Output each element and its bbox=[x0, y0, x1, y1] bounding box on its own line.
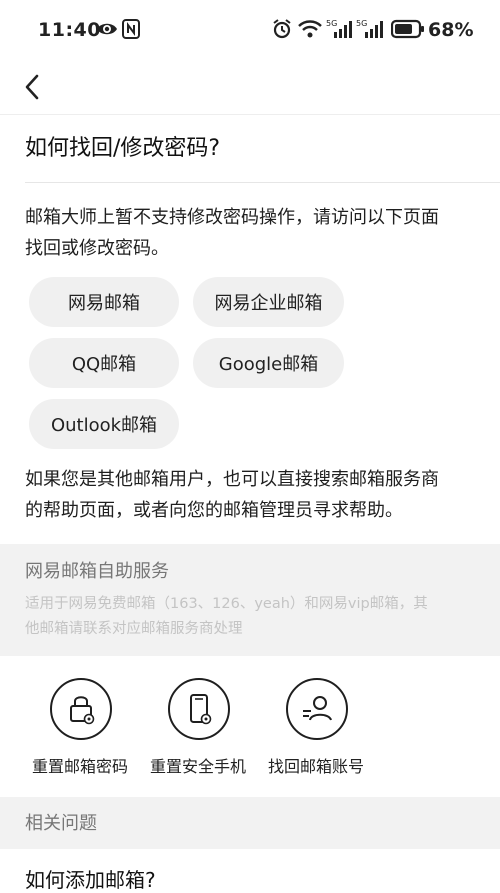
nfc-icon bbox=[122, 19, 140, 39]
intro-text: 邮箱大师上暂不支持修改密码操作，请访问以下页面 找回或修改密码。 bbox=[25, 202, 485, 264]
signal-icon-2: 5G bbox=[356, 19, 383, 38]
signal-icon-1: 5G bbox=[326, 19, 352, 38]
self-service-title: 网易邮箱自助服务 bbox=[25, 561, 169, 582]
help-line-1: 如果您是其他邮箱用户，也可以直接搜索邮箱服务商 bbox=[25, 469, 439, 490]
nav-bar bbox=[0, 62, 500, 115]
status-bar: 11:40 5G 5G 68% bbox=[0, 0, 500, 62]
user-icon bbox=[286, 678, 348, 740]
svg-text:5G: 5G bbox=[326, 19, 337, 28]
self-service-desc-line-2: 他邮箱请联系对应邮箱服务商处理 bbox=[25, 621, 243, 637]
reset-security-phone-label: 重置安全手机 bbox=[149, 757, 246, 776]
back-arrow-icon[interactable] bbox=[20, 70, 48, 104]
chip-google-mail[interactable]: Google邮箱 bbox=[193, 338, 344, 388]
chip-qq-mail[interactable]: QQ邮箱 bbox=[29, 338, 179, 388]
related-question-item[interactable]: 如何添加邮箱? bbox=[25, 864, 156, 893]
chip-netease-mail[interactable]: 网易邮箱 bbox=[29, 277, 179, 327]
chip-netease-enterprise-mail[interactable]: 网易企业邮箱 bbox=[193, 277, 344, 327]
svg-text:5G: 5G bbox=[356, 19, 367, 28]
battery-percentage: 68% bbox=[428, 19, 474, 41]
recover-account-label: 找回邮箱账号 bbox=[267, 757, 364, 776]
chip-outlook-mail[interactable]: Outlook邮箱 bbox=[29, 399, 179, 449]
help-line-2: 的帮助页面，或者向您的邮箱管理员寻求帮助。 bbox=[25, 500, 403, 521]
recover-account-button[interactable]: 找回邮箱账号 bbox=[252, 678, 380, 788]
phone-icon bbox=[168, 678, 230, 740]
eye-icon bbox=[97, 23, 117, 35]
title-divider bbox=[25, 182, 500, 183]
reset-password-button[interactable]: 重置邮箱密码 bbox=[16, 678, 144, 788]
battery-icon bbox=[391, 19, 424, 39]
self-service-desc-line-1: 适用于网易免费邮箱（163、126、yeah）和网易vip邮箱，其 bbox=[25, 596, 428, 612]
intro-line-1: 邮箱大师上暂不支持修改密码操作，请访问以下页面 bbox=[25, 207, 439, 228]
reset-password-label: 重置邮箱密码 bbox=[31, 757, 128, 776]
related-questions-title: 相关问题 bbox=[25, 813, 97, 834]
self-service-description: 适用于网易免费邮箱（163、126、yeah）和网易vip邮箱，其 他邮箱请联系… bbox=[25, 592, 485, 642]
intro-line-2: 找回或修改密码。 bbox=[25, 238, 169, 259]
self-service-header: 网易邮箱自助服务 适用于网易免费邮箱（163、126、yeah）和网易vip邮箱… bbox=[0, 544, 500, 656]
help-text: 如果您是其他邮箱用户，也可以直接搜索邮箱服务商 的帮助页面，或者向您的邮箱管理员… bbox=[25, 464, 485, 526]
related-questions-header: 相关问题 bbox=[0, 797, 500, 849]
alarm-icon bbox=[273, 19, 291, 39]
lock-icon bbox=[50, 678, 112, 740]
status-time: 11:40 bbox=[38, 19, 101, 41]
wifi-icon bbox=[298, 20, 322, 38]
page-title: 如何找回/修改密码? bbox=[25, 136, 221, 161]
reset-security-phone-button[interactable]: 重置安全手机 bbox=[134, 678, 262, 788]
